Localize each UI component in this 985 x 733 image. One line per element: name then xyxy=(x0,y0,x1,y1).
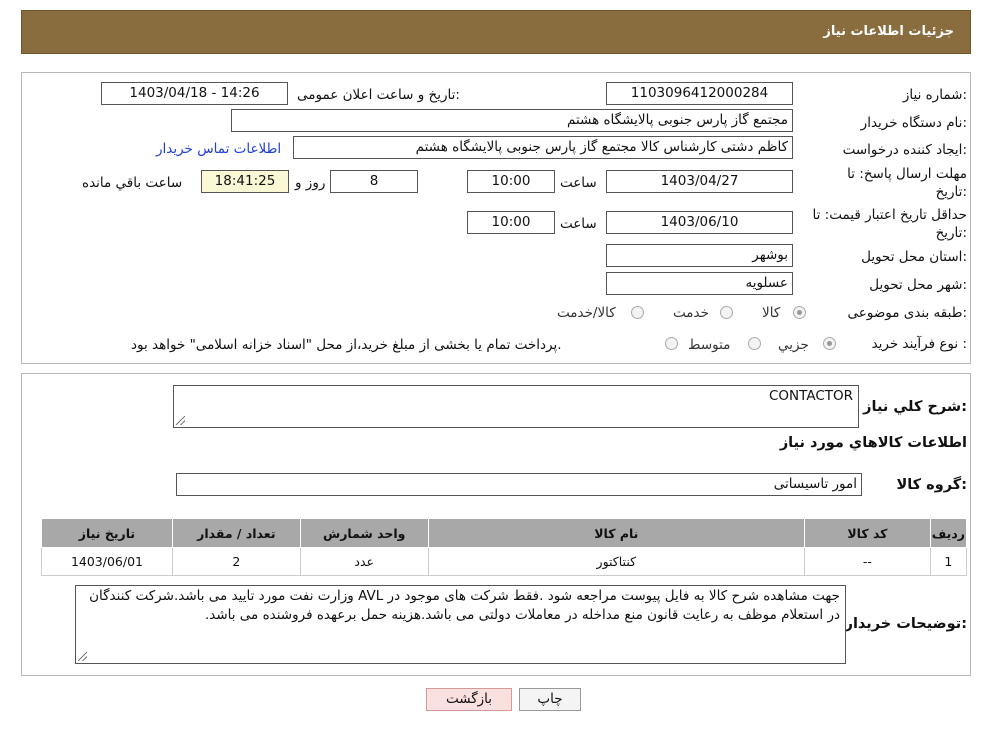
group-field: امور تاسیساتی xyxy=(176,473,862,496)
summary-label: شرح كلي نياز: xyxy=(863,399,967,415)
cell-date: 1403/06/01 xyxy=(41,547,173,576)
group-label: گروه كالا: xyxy=(896,477,967,493)
category-goods-service-label: کالا/خدمت xyxy=(557,305,616,321)
col-unit-header: واحد شمارش xyxy=(299,518,429,548)
back-button[interactable]: بازگشت xyxy=(426,688,512,711)
resize-grip-icon[interactable] xyxy=(78,652,87,661)
days-label: روز و xyxy=(295,175,326,191)
process-minor-radio[interactable] xyxy=(823,337,836,350)
buyer-notes-textarea[interactable]: جهت مشاهده شرح کالا به فایل پیوست مراجعه… xyxy=(75,585,846,664)
requester-field: کاظم دشتی کارشناس کالا مجتمع گاز پارس جن… xyxy=(293,136,793,159)
category-goods-label: کالا xyxy=(762,305,781,321)
deadline-label: مهلت ارسال پاسخ: تا xyxy=(847,166,967,182)
cell-qty: 2 xyxy=(171,547,301,576)
requester-label: ایجاد کننده درخواست: xyxy=(842,142,967,158)
deadline-label-2: تاریخ: xyxy=(935,184,967,200)
buyer-org-field: مجتمع گاز پارس جنوبی پالایشگاه هشتم xyxy=(231,109,793,132)
buyer-contact-link[interactable]: اطلاعات تماس خریدار xyxy=(156,141,281,157)
province-label: استان محل تحویل: xyxy=(861,249,967,265)
deadline-date-field: 1403/04/27 xyxy=(606,170,793,193)
category-label: طبقه بندی موضوعی: xyxy=(847,305,967,321)
cell-row: 1 xyxy=(929,547,968,576)
remaining-label: ساعت باقي مانده xyxy=(82,175,183,191)
process-minor-label: جزيي xyxy=(778,337,809,353)
print-button[interactable]: چاپ xyxy=(519,688,581,711)
days-field: 8 xyxy=(330,170,418,193)
category-goods-radio[interactable] xyxy=(793,306,806,319)
validity-time-label: ساعت xyxy=(560,216,597,232)
category-service-radio[interactable] xyxy=(720,306,733,319)
buyer-notes-label: توضیحات خریدار: xyxy=(844,616,967,632)
deadline-time-field: 10:00 xyxy=(467,170,555,193)
col-qty-header: تعداد / مقدار xyxy=(171,518,301,548)
page-title: جزئیات اطلاعات نیاز xyxy=(823,24,954,39)
col-name-header: نام کالا xyxy=(427,518,805,548)
validity-date-field: 1403/06/10 xyxy=(606,211,793,234)
announce-field: 1403/04/18 - 14:26 xyxy=(101,82,288,105)
province-field: بوشهر xyxy=(606,244,793,267)
category-goods-service-radio[interactable] xyxy=(631,306,644,319)
process-label: نوع فرآیند خرید : xyxy=(871,336,967,352)
col-row-header: رديف xyxy=(929,518,968,548)
col-code-header: کد کالا xyxy=(803,518,931,548)
announce-label: تاریخ و ساعت اعلان عمومی: xyxy=(297,87,460,103)
treasury-note: پرداخت تمام یا بخشی از مبلغ خرید،از محل … xyxy=(131,337,562,353)
cell-unit: عدد xyxy=(299,547,429,576)
buyer-org-label: نام دستگاه خریدار: xyxy=(860,115,967,131)
buyer-notes-text: جهت مشاهده شرح کالا به فایل پیوست مراجعه… xyxy=(89,588,840,623)
cell-name: کنتاکتور xyxy=(427,547,805,576)
page-header: جزئیات اطلاعات نیاز xyxy=(21,10,971,54)
category-service-label: خدمت xyxy=(673,305,709,321)
table-header-row: رديف کد کالا نام کالا واحد شمارش تعداد /… xyxy=(41,518,968,548)
need-number-field: 1103096412000284 xyxy=(606,82,793,105)
items-heading: اطلاعات كالاهاي مورد نياز xyxy=(779,435,967,451)
validity-label: حداقل تاریخ اعتبار قیمت: تا xyxy=(812,207,967,223)
summary-textarea[interactable]: CONTACTOR xyxy=(173,385,859,428)
process-medium-radio[interactable] xyxy=(748,337,761,350)
city-field: عسلويه xyxy=(606,272,793,295)
summary-text: CONTACTOR xyxy=(768,388,853,404)
process-medium-label: متوسط xyxy=(688,337,731,353)
remaining-time-field: 18:41:25 xyxy=(201,170,289,193)
city-label: شهر محل تحویل: xyxy=(869,277,967,293)
cell-code: -- xyxy=(803,547,931,576)
table-row: 1 -- کنتاکتور عدد 2 1403/06/01 xyxy=(41,547,968,576)
treasury-checkbox[interactable] xyxy=(665,337,678,350)
deadline-time-label: ساعت xyxy=(560,175,597,191)
resize-grip-icon[interactable] xyxy=(176,416,185,425)
validity-label-2: تاریخ: xyxy=(935,225,967,241)
items-table: رديف کد کالا نام کالا واحد شمارش تعداد /… xyxy=(41,518,968,576)
col-date-header: تاریخ نیاز xyxy=(41,518,173,548)
need-number-label: شماره نیاز: xyxy=(902,87,967,103)
validity-time-field: 10:00 xyxy=(467,211,555,234)
